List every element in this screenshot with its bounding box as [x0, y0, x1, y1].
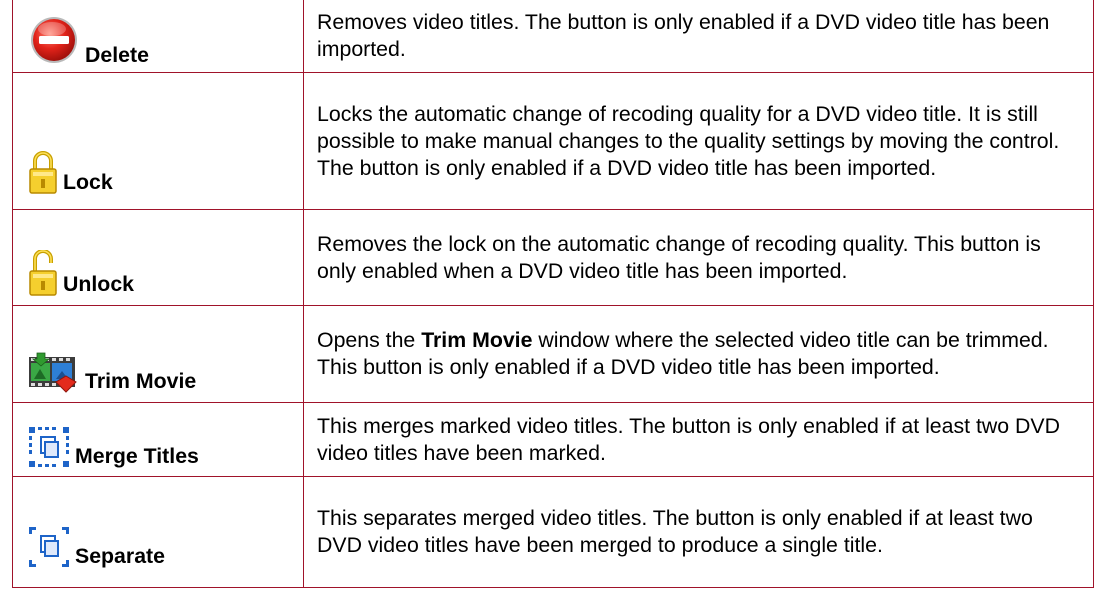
table-row: Unlock Removes the lock on the automatic… — [12, 209, 1094, 306]
button-name-cell: Lock — [12, 72, 304, 210]
table-row: Lock Locks the automatic change of recod… — [12, 72, 1094, 210]
button-description: This merges marked video titles. The but… — [303, 402, 1094, 477]
button-description: Opens the Trim Movie window where the se… — [303, 305, 1094, 403]
button-label: Separate — [75, 544, 165, 568]
button-label: Trim Movie — [85, 369, 197, 393]
lock-open-icon — [28, 249, 58, 301]
table-row: Separate This separates merged video tit… — [12, 476, 1094, 588]
button-name-cell: Delete — [12, 0, 304, 73]
button-name-cell: Unlock — [12, 209, 304, 306]
table-row: Delete Removes video titles. The button … — [12, 0, 1094, 73]
lock-closed-icon — [28, 150, 58, 199]
button-description: This separates merged video titles. The … — [303, 476, 1094, 588]
button-reference-table: Delete Removes video titles. The button … — [12, 0, 1094, 588]
button-label: Lock — [63, 170, 113, 194]
button-label: Delete — [85, 43, 149, 67]
delete-icon — [28, 15, 80, 70]
button-name-cell: Trim Movie — [12, 305, 304, 403]
trim-movie-icon — [28, 351, 80, 398]
merge-titles-icon — [28, 426, 70, 473]
button-description: Locks the automatic change of recoding q… — [303, 72, 1094, 210]
button-reference-table-container: Delete Removes video titles. The button … — [12, 0, 1094, 597]
table-row: Merge Titles This merges marked video ti… — [12, 402, 1094, 477]
description-text: Opens the — [317, 328, 422, 352]
window-name: Trim Movie — [421, 328, 533, 352]
table-row: Trim Movie Opens the Trim Movie window w… — [12, 305, 1094, 403]
button-label: Merge Titles — [75, 444, 199, 468]
button-label: Unlock — [63, 272, 135, 296]
button-name-cell: Separate — [12, 476, 304, 588]
button-description: Removes the lock on the automatic change… — [303, 209, 1094, 306]
button-description: Removes video titles. The button is only… — [303, 0, 1094, 73]
separate-icon — [28, 526, 70, 573]
button-name-cell: Merge Titles — [12, 402, 304, 477]
